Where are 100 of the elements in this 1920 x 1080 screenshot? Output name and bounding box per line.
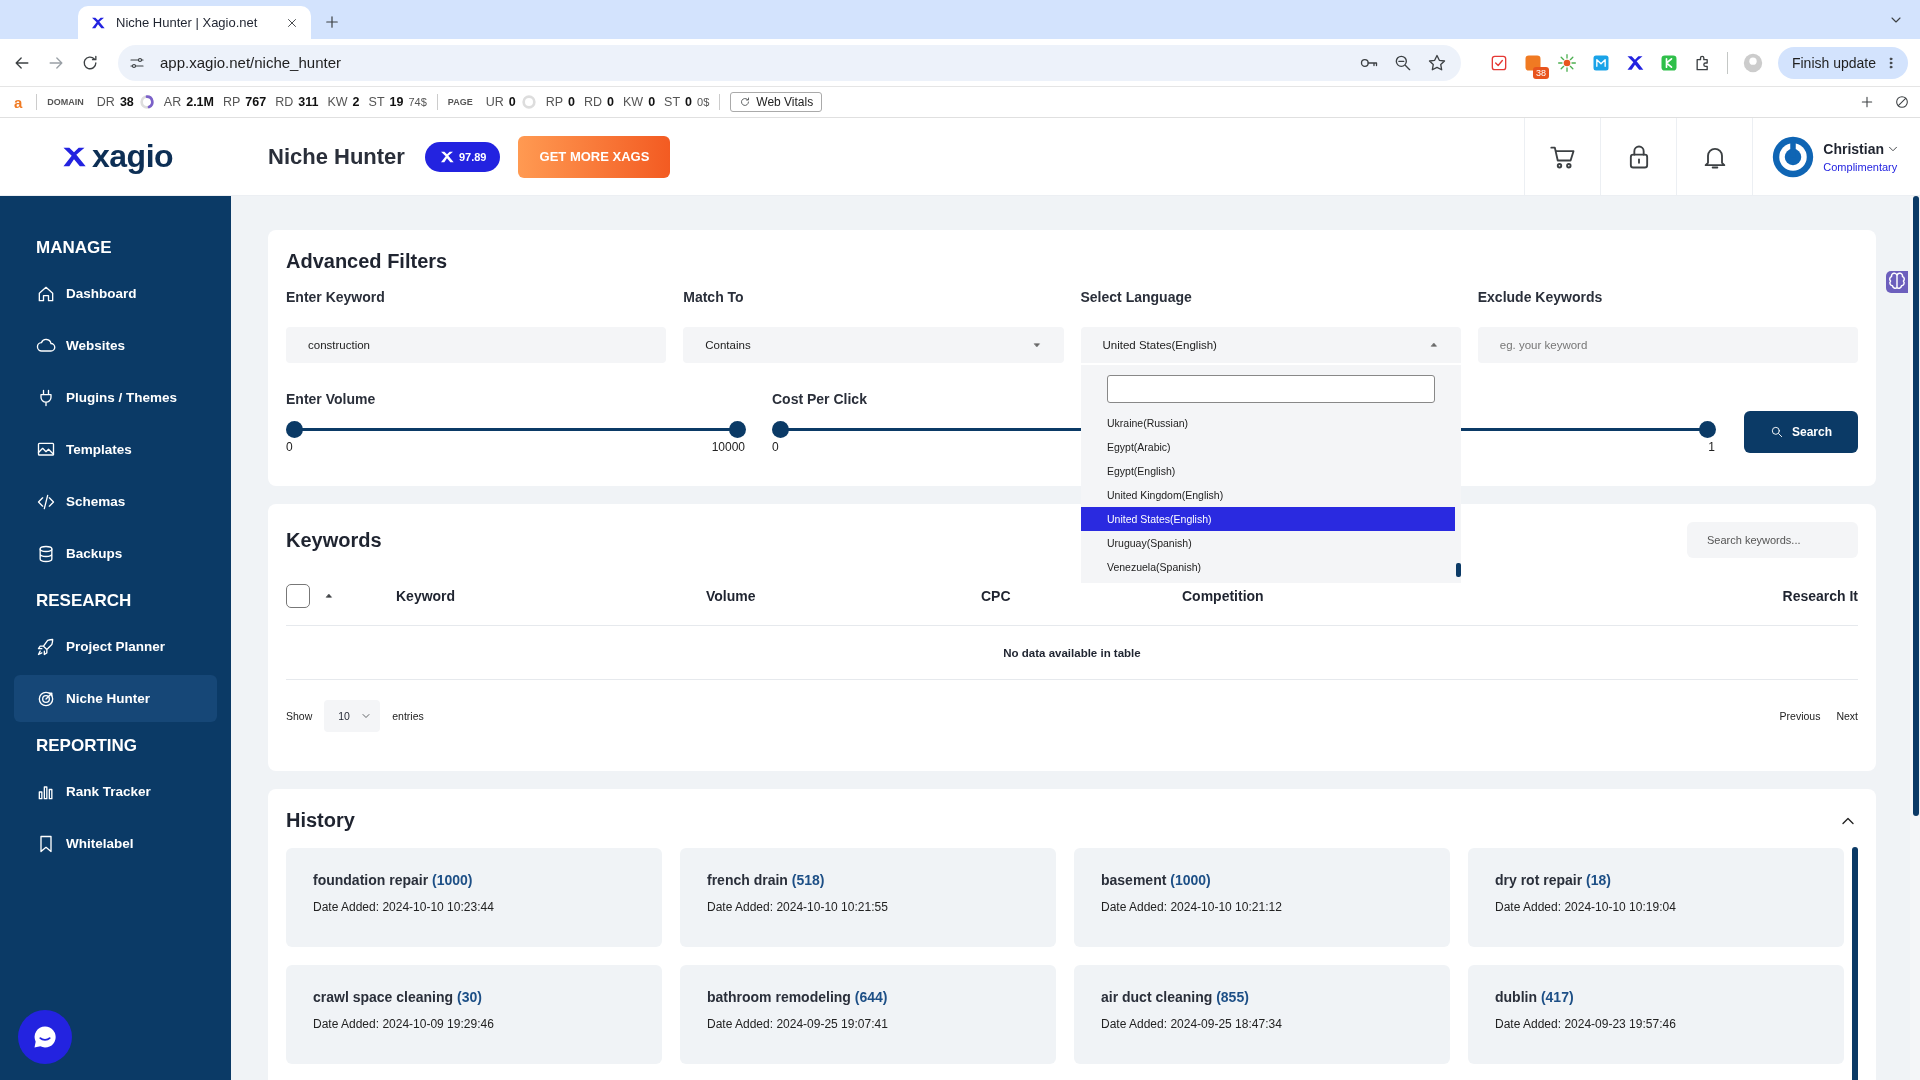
field-label: Select Language	[1080, 289, 1193, 305]
dropdown-option[interactable]: United States(English)	[1081, 507, 1455, 531]
metric-label: RP	[223, 95, 241, 109]
metric-group-label: DOMAIN	[47, 97, 84, 107]
history-item[interactable]: french drain (518) Date Added: 2024-10-10 10:21:55	[680, 848, 1056, 947]
power-avatar-icon	[1771, 134, 1816, 179]
dropdown-search-input[interactable]	[1107, 375, 1435, 403]
metric-label: DR	[96, 95, 115, 109]
star-icon[interactable]	[1426, 52, 1447, 73]
history-keyword: bathroom remodeling (644)	[707, 989, 889, 1005]
sidebar-item[interactable]: Plugins / Themes	[14, 374, 217, 421]
page-size-select[interactable]: 10	[324, 700, 381, 732]
history-item[interactable]: crawl space cleaning (30) Date Added: 2024-10-09 19:29:46	[286, 965, 662, 1064]
web-vitals-button[interactable]: Web Vitals	[730, 92, 823, 112]
field-label: Match To	[683, 289, 745, 305]
section-heading: MANAGE	[35, 237, 113, 259]
dropdown-option[interactable]: Egypt(Arabic)	[1081, 435, 1455, 459]
column-header[interactable]: Keyword	[396, 587, 706, 604]
user-menu[interactable]: Christian Complimentary	[1752, 117, 1900, 196]
column-header[interactable]: CPC	[981, 587, 1182, 604]
slider-min-label: 0	[772, 440, 779, 454]
column-header[interactable]: Competition	[1182, 587, 1783, 604]
next-link[interactable]: Next	[1836, 710, 1858, 722]
date-added: Date Added: 2024-09-23 19:57:46	[1495, 1017, 1677, 1031]
column-header[interactable]: Research It	[1782, 587, 1858, 604]
rocket-icon	[36, 636, 56, 657]
metric-value: 0	[508, 95, 516, 109]
search-keywords-input[interactable]: Search keywords...	[1687, 522, 1858, 558]
sidebar-item[interactable]: Project Planner	[14, 623, 217, 670]
caret-up-icon	[1428, 340, 1439, 350]
history-item[interactable]: basement (1000) Date Added: 2024-10-10 10:21:12	[1074, 848, 1450, 947]
history-item[interactable]: air duct cleaning (855) Date Added: 2024-09-25 18:47:34	[1074, 965, 1450, 1064]
history-item[interactable]: bathroom remodeling (644) Date Added: 2024-09-25 19:07:41	[680, 965, 1056, 1064]
metric-label: ST	[664, 95, 681, 109]
metric-value: 0	[648, 95, 656, 109]
range-slider[interactable]	[286, 421, 745, 438]
browser-tab[interactable]: Niche Hunter | Xagio.net	[78, 6, 311, 39]
slider-handle[interactable]	[286, 421, 303, 438]
keyword-input[interactable]: construction	[286, 327, 667, 363]
scrollbar-thumb[interactable]	[1852, 847, 1858, 1080]
date-added: Date Added: 2024-10-10 10:23:44	[313, 900, 495, 914]
history-keyword: dublin (417)	[1495, 989, 1575, 1005]
finish-update-button[interactable]: Finish update	[1777, 46, 1908, 79]
dropdown-option[interactable]: Uruguay(Spanish)	[1081, 531, 1455, 555]
sidebar-item[interactable]: Schemas	[14, 478, 217, 525]
history-item[interactable]: dry rot repair (18) Date Added: 2024-10-10 10:19:04	[1468, 848, 1844, 947]
metric-label: RP	[545, 95, 564, 109]
slider-handle[interactable]	[1699, 421, 1716, 438]
address-bar[interactable]: app.xagio.net/niche_hunter	[118, 44, 1461, 81]
exclude-keywords-input[interactable]: eg. your keyword	[1477, 327, 1858, 363]
sidebar-item[interactable]: Niche Hunter	[14, 675, 217, 722]
metric-label: UR	[485, 95, 504, 109]
metric-value: 767	[245, 95, 267, 109]
search-button[interactable]: Search	[1744, 411, 1858, 453]
metric-value: 38	[119, 95, 134, 109]
sidebar-item[interactable]: Websites	[14, 322, 217, 369]
user-name: Christian	[1823, 140, 1884, 157]
card-title: History	[286, 809, 355, 832]
date-added: Date Added: 2024-10-10 10:21:55	[707, 900, 889, 914]
page-scrollbar[interactable]	[1910, 196, 1920, 1080]
scrollbar-thumb[interactable]	[1913, 196, 1919, 816]
metric-value: 74$	[408, 96, 427, 108]
slider-handle[interactable]	[772, 421, 789, 438]
history-item[interactable]: foundation repair (1000) Date Added: 2024-10-10 10:23:44	[286, 848, 662, 947]
slider-max-label: 1	[1708, 440, 1715, 454]
sidebar-item[interactable]: Templates	[14, 426, 217, 473]
metric-value: 19	[389, 95, 404, 109]
language-select[interactable]: United States(English)	[1080, 327, 1461, 363]
column-header[interactable]: Volume	[706, 587, 981, 604]
section-heading: RESEARCH	[35, 590, 133, 612]
card-title: Keywords	[286, 528, 382, 552]
plus-icon[interactable]	[1859, 94, 1875, 110]
dropdown-option[interactable]: United Kingdom(English)	[1081, 483, 1455, 507]
metric-label: KW	[327, 95, 348, 109]
dropdown-option[interactable]: Egypt(English)	[1081, 459, 1455, 483]
metric-value: 2.1M	[186, 95, 214, 109]
history-keyword: basement (1000)	[1101, 872, 1212, 888]
dropdown-option[interactable]: Venezuela(Spanish)	[1081, 555, 1455, 579]
block-icon[interactable]	[1894, 94, 1910, 110]
section-heading: REPORTING	[35, 735, 139, 757]
user-plan: Complimentary	[1823, 160, 1899, 173]
sidebar-item[interactable]: Dashboard	[14, 270, 217, 317]
brain-icon[interactable]	[1886, 271, 1908, 293]
sidebar-item[interactable]: Backups	[14, 530, 217, 577]
match-select[interactable]: Contains	[683, 327, 1064, 363]
scrollbar-thumb[interactable]	[1456, 563, 1461, 577]
sidebar-item[interactable]: Rank Tracker	[14, 768, 217, 815]
metric-label: KW	[623, 95, 644, 109]
sidebar-item[interactable]: Whitelabel	[14, 820, 217, 867]
dropdown-option[interactable]: Ukraine(Russian)	[1081, 411, 1455, 435]
metric-label: RD	[584, 95, 603, 109]
history-keyword: foundation repair (1000)	[313, 872, 474, 888]
history-keyword: crawl space cleaning (30)	[313, 989, 483, 1005]
history-keyword: air duct cleaning (855)	[1101, 989, 1250, 1005]
slider-handle[interactable]	[729, 421, 746, 438]
history-item[interactable]: dublin (417) Date Added: 2024-09-23 19:57:46	[1468, 965, 1844, 1064]
previous-link[interactable]: Previous	[1779, 710, 1821, 722]
page-title: Niche Hunter	[268, 143, 405, 170]
select-all-checkbox[interactable]	[286, 583, 310, 608]
xagio-logo[interactable]: xagio	[92, 138, 174, 175]
